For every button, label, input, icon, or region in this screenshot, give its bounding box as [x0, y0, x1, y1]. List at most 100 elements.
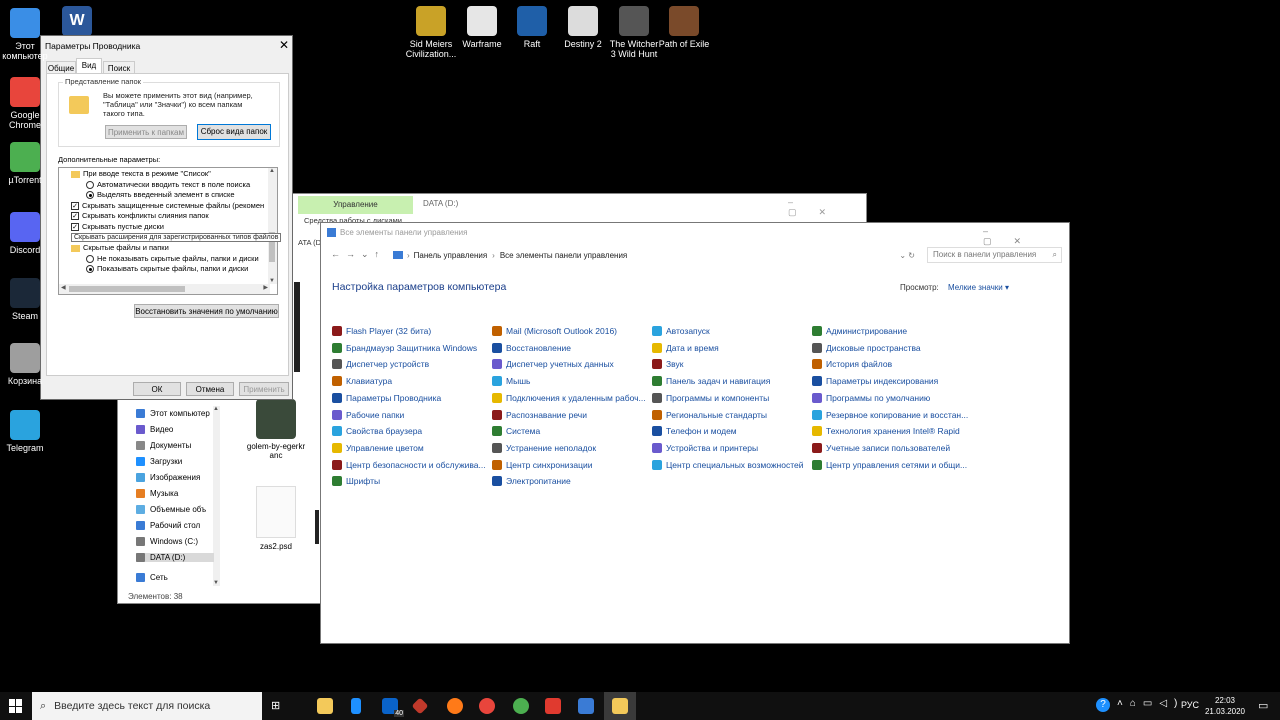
- restore-defaults-button[interactable]: Восстановить значения по умолчанию: [134, 304, 279, 318]
- search-input[interactable]: Поиск в панели управления ⌕: [927, 247, 1062, 263]
- control-panel-item[interactable]: Центр безопасности и обслужива...: [332, 459, 486, 470]
- control-panel-item[interactable]: Автозапуск: [652, 326, 710, 336]
- nav-item[interactable]: Изображения: [136, 473, 200, 482]
- checkbox[interactable]: ✓: [71, 212, 79, 221]
- tray-icons[interactable]: ˄⌂▭◁): [1117, 698, 1184, 709]
- game-app-icon[interactable]: [411, 697, 429, 715]
- refresh-icon[interactable]: ⌄ ↻: [899, 251, 915, 260]
- control-panel-item[interactable]: Распознавание речи: [492, 409, 587, 420]
- checkbox[interactable]: ✓: [71, 201, 79, 210]
- tree-hscrollbar[interactable]: ◀ ▶: [59, 284, 270, 294]
- nav-item[interactable]: Рабочий стол: [136, 521, 200, 530]
- windows-start-icon[interactable]: [9, 699, 23, 713]
- desktop-shortcut[interactable]: Steam: [0, 278, 50, 321]
- control-panel-item[interactable]: Центр управления сетями и общи...: [812, 459, 967, 470]
- desktop-shortcut[interactable]: Корзина: [0, 343, 50, 386]
- tree-item[interactable]: Не показывать скрытые файлы, папки и дис…: [86, 254, 259, 263]
- control-panel-item[interactable]: Региональные стандарты: [652, 409, 767, 420]
- control-panel-item[interactable]: История файлов: [812, 359, 892, 370]
- close-icon[interactable]: ✕: [279, 38, 289, 52]
- desktop-shortcut[interactable]: µTorrent: [0, 142, 50, 185]
- control-panel-item[interactable]: Система: [492, 426, 540, 437]
- nav-item[interactable]: Windows (C:): [136, 537, 198, 546]
- nav-arrows[interactable]: ←→⌄↑: [331, 249, 385, 260]
- nav-item[interactable]: Загрузки: [136, 457, 182, 466]
- control-panel-item[interactable]: Восстановление: [492, 342, 571, 353]
- view-dropdown[interactable]: Мелкие значки ▾: [948, 283, 1009, 292]
- firefox-icon[interactable]: [447, 698, 463, 714]
- control-panel-item[interactable]: Телефон и модем: [652, 426, 737, 437]
- breadcrumb-item[interactable]: Панель управления: [414, 251, 488, 260]
- window-controls[interactable]: –▢✕: [983, 226, 1069, 247]
- control-panel-item[interactable]: Свойства браузера: [332, 426, 422, 437]
- explorer-window-controls[interactable]: –▢✕: [788, 197, 866, 218]
- radio-button[interactable]: [86, 265, 94, 274]
- desktop-shortcut[interactable]: Path of Exile: [658, 6, 710, 49]
- control-panel-item[interactable]: Брандмауэр Защитника Windows: [332, 342, 477, 353]
- control-panel-item[interactable]: Звук: [652, 359, 683, 370]
- control-panel-item[interactable]: Управление цветом: [332, 442, 424, 453]
- apply-button[interactable]: Применить: [239, 382, 289, 396]
- control-panel-item[interactable]: Шрифты: [332, 476, 380, 487]
- control-panel-item[interactable]: Центр специальных возможностей: [652, 459, 803, 470]
- clock[interactable]: 22:03 21.03.2020: [1200, 695, 1250, 717]
- language-indicator[interactable]: РУС: [1181, 700, 1199, 710]
- control-panel-item[interactable]: Программы по умолчанию: [812, 392, 930, 403]
- advanced-settings-tree[interactable]: ▲ ▼ ◀ ▶ При вводе текста в режиме "Списо…: [58, 167, 278, 295]
- chrome-alt-icon[interactable]: [513, 698, 529, 714]
- control-panel-item[interactable]: Мышь: [492, 376, 530, 387]
- tree-item[interactable]: Выделять введенный элемент в списке: [86, 190, 235, 200]
- tree-item[interactable]: Автоматически вводить текст в поле поиск…: [86, 180, 250, 189]
- control-panel-item[interactable]: Flash Player (32 бита): [332, 326, 431, 336]
- desktop-shortcut[interactable]: Destiny 2: [557, 6, 609, 49]
- desktop-shortcut[interactable]: Discord: [0, 212, 50, 255]
- nav-item[interactable]: Музыка: [136, 489, 178, 498]
- tree-item[interactable]: При вводе текста в режиме "Список": [71, 169, 211, 178]
- apply-to-folders-button[interactable]: Применить к папкам: [105, 125, 187, 139]
- control-panel-item[interactable]: Диспетчер устройств: [332, 359, 429, 370]
- nav-item[interactable]: Сеть: [136, 573, 168, 582]
- task-view-icon[interactable]: ⊞: [271, 699, 280, 712]
- tree-item[interactable]: ✓ Скрывать пустые диски: [71, 222, 164, 232]
- tree-vscrollbar[interactable]: ▲ ▼: [268, 168, 277, 284]
- control-panel-item[interactable]: Электропитание: [492, 476, 571, 487]
- control-panel-item[interactable]: Клавиатура: [332, 376, 392, 387]
- radio-button[interactable]: [86, 180, 94, 189]
- radio-button[interactable]: [86, 191, 94, 200]
- breadcrumb-item[interactable]: Все элементы панели управления: [500, 251, 627, 260]
- tree-item[interactable]: Скрытые файлы и папки: [71, 243, 169, 252]
- desktop-shortcut[interactable]: The Witcher 3 Wild Hunt: [608, 6, 660, 59]
- desktop-shortcut[interactable]: Warframe: [456, 6, 508, 49]
- control-panel-item[interactable]: Mail (Microsoft Outlook 2016): [492, 326, 617, 336]
- red-app-icon[interactable]: [545, 698, 561, 714]
- control-panel-item[interactable]: Параметры Проводника: [332, 392, 441, 403]
- desktop-shortcut[interactable]: Telegram: [0, 410, 50, 453]
- tree-item[interactable]: ✓ Скрывать защищенные системные файлы (ре…: [71, 201, 264, 210]
- control-panel-taskbar-icon[interactable]: [578, 698, 594, 714]
- tree-item[interactable]: ✓ Скрывать конфликты слияния папок: [71, 211, 209, 221]
- control-panel-item[interactable]: Параметры индексирования: [812, 376, 938, 387]
- control-panel-item[interactable]: Устройства и принтеры: [652, 442, 758, 453]
- control-panel-item[interactable]: Панель задач и навигация: [652, 376, 770, 387]
- tree-item[interactable]: Показывать скрытые файлы, папки и диски: [86, 264, 248, 274]
- nav-item[interactable]: Объемные объ: [136, 505, 206, 514]
- control-panel-item[interactable]: Технология хранения Intel® Rapid: [812, 426, 960, 437]
- control-panel-item[interactable]: Резервное копирование и восстан...: [812, 409, 968, 420]
- folder-options-dialog[interactable]: Параметры Проводника ✕ Общие Вид Поиск П…: [40, 35, 293, 400]
- file-explorer-icon[interactable]: [317, 698, 333, 714]
- ok-button[interactable]: ОК: [133, 382, 181, 396]
- control-panel-item[interactable]: Программы и компоненты: [652, 392, 769, 403]
- document-app-icon[interactable]: [351, 698, 361, 714]
- taskbar-search-input[interactable]: ⌕ Введите здесь текст для поиска: [32, 692, 262, 720]
- control-panel-window[interactable]: Все элементы панели управления –▢✕ ←→⌄↑ …: [320, 222, 1070, 644]
- radio-button[interactable]: [86, 254, 94, 263]
- checkbox[interactable]: ✓: [71, 223, 79, 232]
- file-item[interactable]: golem-by-egerkr anc: [246, 399, 306, 460]
- control-panel-item[interactable]: Учетные записи пользователей: [812, 442, 950, 453]
- desktop-shortcut[interactable]: Google Chrome: [0, 77, 50, 130]
- nav-item[interactable]: DATA (D:): [136, 553, 214, 562]
- tab-view[interactable]: Вид: [76, 58, 102, 74]
- nav-item[interactable]: Этот компьютер: [136, 409, 210, 418]
- desktop-shortcut[interactable]: Sid Meiers Civilization...: [405, 6, 457, 59]
- nav-scrollbar[interactable]: ▲ ▼: [213, 406, 220, 586]
